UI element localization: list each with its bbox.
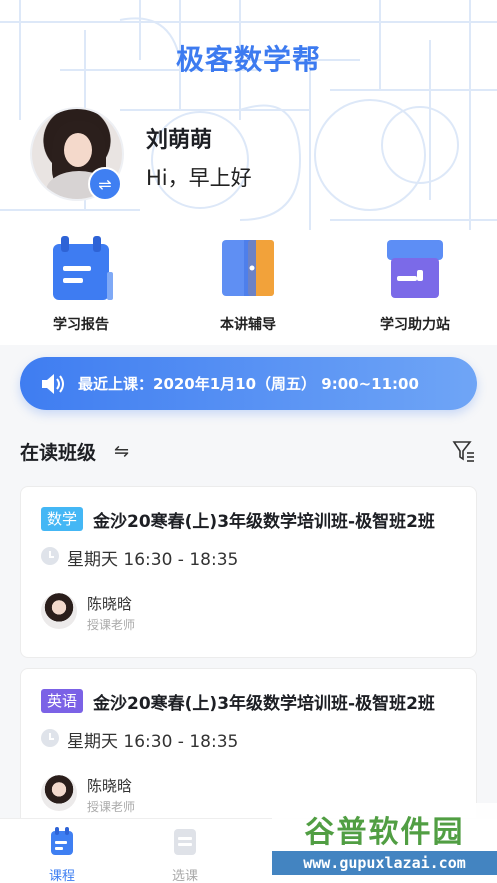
user-avatar[interactable]: ⇌ <box>30 107 124 201</box>
class-card[interactable]: 数学 金沙20寒春(上)3年级数学培训班-极智班2班 星期天 16:30 - 1… <box>20 486 477 658</box>
class-time: 星期天 16:30 - 18:35 <box>67 550 239 570</box>
clock-icon <box>41 729 59 747</box>
list-icon <box>174 829 196 855</box>
teacher-avatar <box>41 775 77 811</box>
section-title: 在读班级 <box>20 442 97 464</box>
class-time: 星期天 16:30 - 18:35 <box>67 732 239 752</box>
course-title: 金沙20寒春(上)3年级数学培训班-极智班2班 <box>93 694 435 714</box>
recent-class-text: 最近上课：2020年1月10（周五） 9:00~11:00 <box>78 375 419 393</box>
teacher-avatar <box>41 593 77 629</box>
quick-link-label: 本讲辅导 <box>220 317 276 333</box>
tab-courses[interactable]: 课程 <box>22 827 102 883</box>
quick-link-study-station[interactable]: 学习助力站 <box>355 232 475 334</box>
teacher-role: 授课老师 <box>87 618 136 632</box>
watermark-text: 谷普软件园 <box>304 815 465 850</box>
quick-link-label: 学习报告 <box>53 317 109 333</box>
store-icon <box>383 232 447 304</box>
swap-icon[interactable]: ⇋ <box>114 441 129 462</box>
teacher-role: 授课老师 <box>87 800 136 814</box>
subject-tag: 英语 <box>41 689 84 713</box>
filter-icon[interactable] <box>452 440 476 462</box>
quick-link-study-report[interactable]: 学习报告 <box>21 232 141 334</box>
subject-tag: 数学 <box>41 507 84 531</box>
course-title: 金沙20寒春(上)3年级数学培训班-极智班2班 <box>93 512 435 532</box>
teacher-name: 陈晓晗 <box>87 777 133 795</box>
tab-label: 选课 <box>171 869 198 883</box>
speaker-icon <box>42 373 64 394</box>
door-book-icon <box>216 232 280 304</box>
quick-link-lecture-tutoring[interactable]: 本讲辅导 <box>188 232 308 334</box>
tab-select-course[interactable]: 选课 <box>145 827 225 883</box>
app-title: 极客数学帮 <box>175 43 321 76</box>
watermark-url: www.gupuxlazai.com <box>272 851 497 875</box>
switch-account-icon[interactable]: ⇌ <box>88 167 122 201</box>
greeting-text: Hi，早上好 <box>146 166 252 190</box>
watermark-logo: 谷普软件园 www.gupuxlazai.com <box>272 803 497 883</box>
calendar-report-icon <box>49 232 113 304</box>
quick-link-label: 学习助力站 <box>380 317 450 333</box>
user-name: 刘萌萌 <box>146 128 213 153</box>
tab-label: 课程 <box>48 869 75 883</box>
recent-class-banner[interactable]: 最近上课：2020年1月10（周五） 9:00~11:00 <box>20 357 477 410</box>
teacher-name: 陈晓晗 <box>87 595 133 613</box>
clock-icon <box>41 547 59 565</box>
course-book-icon <box>51 827 73 855</box>
